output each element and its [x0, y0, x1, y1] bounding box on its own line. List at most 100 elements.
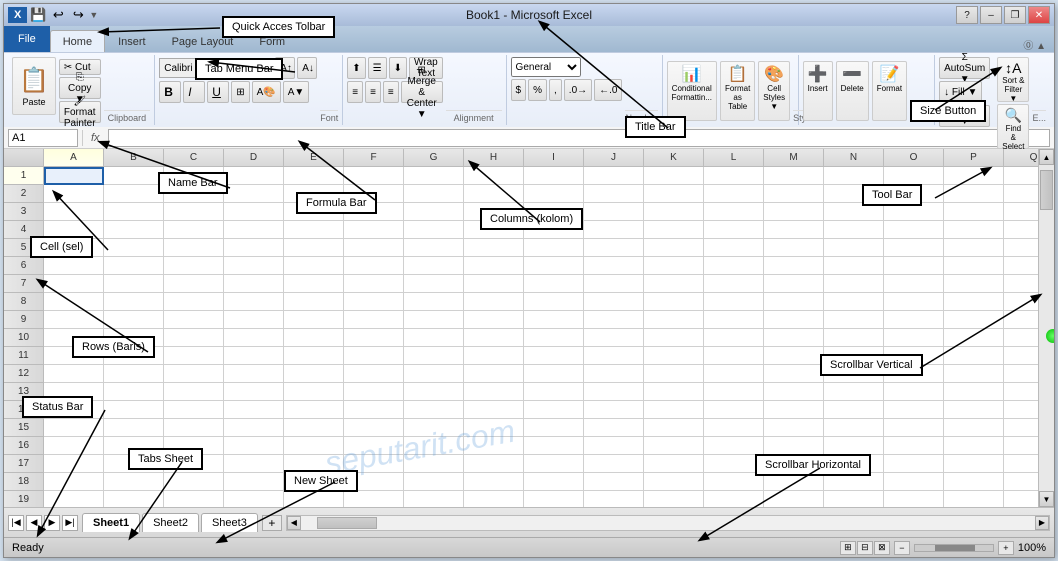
- row-header-2[interactable]: 2: [4, 185, 43, 203]
- col-header-E[interactable]: E: [284, 149, 344, 166]
- c[interactable]: [644, 293, 704, 311]
- insert-cells-btn[interactable]: ➕ Insert: [803, 61, 833, 121]
- c[interactable]: [224, 401, 284, 419]
- c[interactable]: [824, 401, 884, 419]
- tab-home[interactable]: Home: [50, 30, 105, 52]
- c[interactable]: [524, 455, 584, 473]
- c[interactable]: [104, 473, 164, 491]
- align-bottom-btn[interactable]: ⬇: [389, 57, 407, 79]
- c[interactable]: [464, 257, 524, 275]
- c[interactable]: [164, 293, 224, 311]
- c[interactable]: [524, 293, 584, 311]
- next-sheet-btn[interactable]: ▶: [44, 515, 60, 531]
- cell-O1[interactable]: [884, 167, 944, 185]
- col-header-F[interactable]: F: [344, 149, 404, 166]
- c[interactable]: [704, 383, 764, 401]
- row-header-15[interactable]: 15: [4, 419, 43, 437]
- c[interactable]: [464, 311, 524, 329]
- row-header-17[interactable]: 17: [4, 455, 43, 473]
- c[interactable]: [704, 437, 764, 455]
- close-btn[interactable]: ✕: [1028, 6, 1050, 24]
- cell-K1[interactable]: [644, 167, 704, 185]
- col-header-B[interactable]: B: [104, 149, 164, 166]
- new-sheet-btn[interactable]: +: [262, 515, 282, 531]
- c[interactable]: [104, 383, 164, 401]
- merge-center-btn[interactable]: ⊞ Merge & Center ▼: [401, 81, 443, 103]
- cell-J1[interactable]: [584, 167, 644, 185]
- c[interactable]: [644, 239, 704, 257]
- c[interactable]: [44, 365, 104, 383]
- c[interactable]: [224, 293, 284, 311]
- c[interactable]: [404, 203, 464, 221]
- row-header-1[interactable]: 1: [4, 167, 43, 185]
- c[interactable]: [224, 221, 284, 239]
- c[interactable]: [944, 203, 1004, 221]
- col-header-C[interactable]: C: [164, 149, 224, 166]
- c[interactable]: [224, 275, 284, 293]
- c[interactable]: [344, 293, 404, 311]
- c[interactable]: [824, 239, 884, 257]
- c[interactable]: [704, 365, 764, 383]
- c[interactable]: [44, 437, 104, 455]
- c[interactable]: [464, 473, 524, 491]
- col-header-J[interactable]: J: [584, 149, 644, 166]
- tab-file[interactable]: File: [4, 26, 50, 52]
- c[interactable]: [224, 473, 284, 491]
- c[interactable]: [524, 275, 584, 293]
- cell-M1[interactable]: [764, 167, 824, 185]
- align-center-btn[interactable]: ≡: [365, 81, 381, 103]
- col-header-G[interactable]: G: [404, 149, 464, 166]
- c[interactable]: [404, 437, 464, 455]
- c[interactable]: [824, 221, 884, 239]
- c[interactable]: [464, 185, 524, 203]
- row-header-11[interactable]: 11: [4, 347, 43, 365]
- c[interactable]: [224, 329, 284, 347]
- c[interactable]: [704, 185, 764, 203]
- c[interactable]: [44, 257, 104, 275]
- conditional-formatting-btn[interactable]: 📊 ConditionalFormattin...: [667, 61, 717, 121]
- prev-sheet-btn[interactable]: ◀: [26, 515, 42, 531]
- c[interactable]: [584, 419, 644, 437]
- c[interactable]: [644, 455, 704, 473]
- c[interactable]: [404, 491, 464, 507]
- c[interactable]: [644, 473, 704, 491]
- c[interactable]: [884, 437, 944, 455]
- c[interactable]: [584, 311, 644, 329]
- c[interactable]: [524, 419, 584, 437]
- col-header-K[interactable]: K: [644, 149, 704, 166]
- c[interactable]: [884, 239, 944, 257]
- c[interactable]: [644, 491, 704, 507]
- c[interactable]: [344, 401, 404, 419]
- c[interactable]: [404, 239, 464, 257]
- col-header-H[interactable]: H: [464, 149, 524, 166]
- scroll-thumb-v[interactable]: [1040, 170, 1053, 210]
- row-header-18[interactable]: 18: [4, 473, 43, 491]
- c[interactable]: [584, 239, 644, 257]
- italic-btn[interactable]: I: [183, 81, 205, 103]
- c[interactable]: [104, 293, 164, 311]
- c[interactable]: [104, 365, 164, 383]
- c[interactable]: [764, 383, 824, 401]
- c[interactable]: [284, 401, 344, 419]
- c[interactable]: [944, 221, 1004, 239]
- increase-decimal-btn[interactable]: .0→: [564, 79, 592, 101]
- c[interactable]: [764, 275, 824, 293]
- c[interactable]: [44, 455, 104, 473]
- c[interactable]: [284, 221, 344, 239]
- c[interactable]: [584, 491, 644, 507]
- c[interactable]: [584, 203, 644, 221]
- c[interactable]: [164, 419, 224, 437]
- c[interactable]: [824, 275, 884, 293]
- c[interactable]: [284, 311, 344, 329]
- cell-L1[interactable]: [704, 167, 764, 185]
- c[interactable]: [44, 491, 104, 507]
- c[interactable]: [944, 455, 1004, 473]
- formula-input[interactable]: [108, 129, 1050, 147]
- c[interactable]: [104, 401, 164, 419]
- c[interactable]: [884, 419, 944, 437]
- corner-cell[interactable]: [4, 149, 44, 166]
- c[interactable]: [344, 491, 404, 507]
- restore-btn[interactable]: ❐: [1004, 6, 1026, 24]
- c[interactable]: [404, 383, 464, 401]
- c[interactable]: [704, 419, 764, 437]
